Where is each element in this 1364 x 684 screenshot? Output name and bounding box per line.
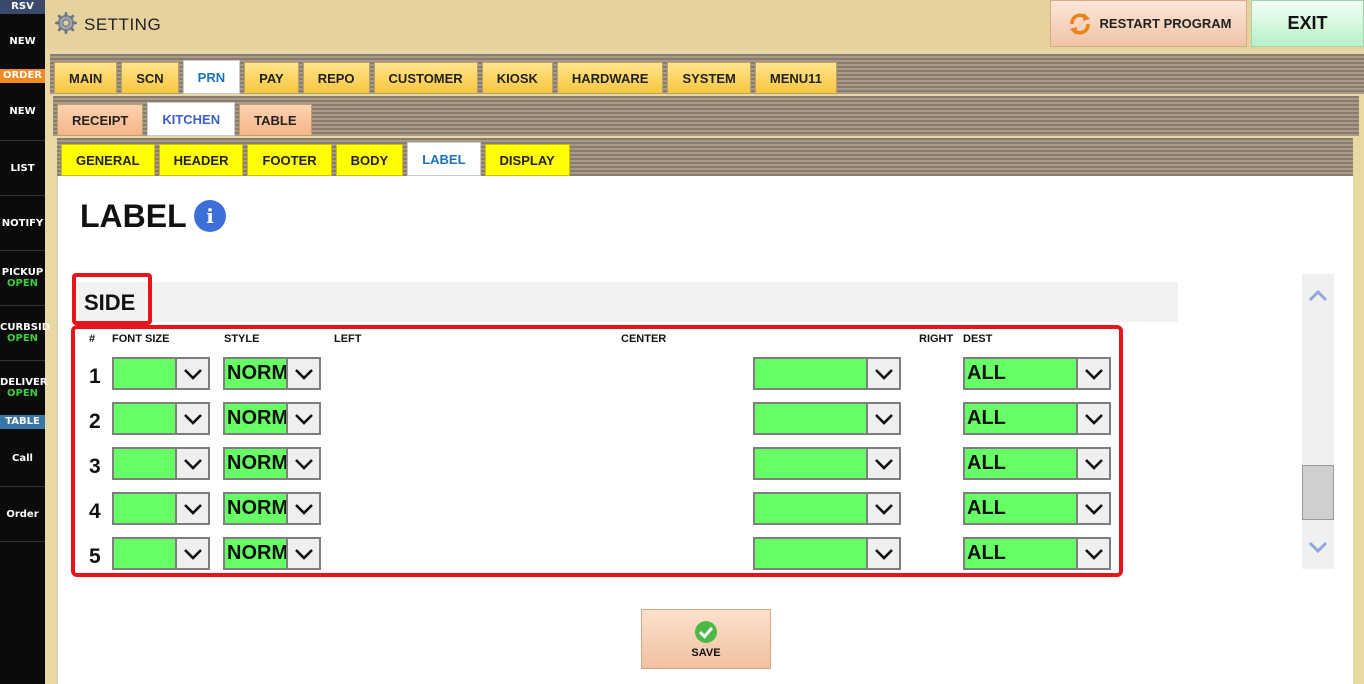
sidebar-header-order: ORDER (0, 69, 45, 83)
sidebar-item-pickup[interactable]: PICKUP OPEN (0, 251, 45, 306)
sidebar-item-label: Call (12, 452, 33, 464)
sidebar-item-label: DELIVER (0, 377, 48, 388)
section-title-highlight (72, 273, 152, 325)
tab-display[interactable]: DISPLAY (484, 144, 570, 176)
tab-general[interactable]: GENERAL (61, 144, 155, 176)
sidebar-item-label: PICKUP (1, 267, 44, 278)
vertical-scrollbar[interactable] (1302, 274, 1334, 569)
sidebar-item-label: Order (6, 508, 39, 520)
gear-icon (55, 12, 77, 34)
tab-prn[interactable]: PRN (182, 60, 241, 94)
restart-program-label: RESTART PROGRAM (1099, 16, 1232, 31)
tab-scn[interactable]: SCN (121, 62, 179, 94)
tab-kitchen[interactable]: KITCHEN (147, 102, 236, 136)
sidebar-item-label: NEW (9, 36, 36, 47)
sidebar-item-rsv-new[interactable]: NEW (0, 14, 45, 70)
chevron-up-icon[interactable] (1308, 286, 1328, 306)
sidebar-item-label: NOTIFY (1, 217, 44, 229)
sidebar-item-curbside[interactable]: CURBSID OPEN (0, 306, 51, 361)
left-sidebar: RSV NEW ORDER NEW LIST NOTIFY PICKUP OPE… (0, 0, 51, 684)
tab-header[interactable]: HEADER (158, 144, 244, 176)
label-settings-panel: LABEL i SIDE # FONT SIZE STYLE LEFT CENT… (57, 176, 1353, 684)
tab-menu11[interactable]: MENU11 (754, 62, 837, 94)
save-button[interactable]: SAVE (641, 609, 771, 669)
label-grid-highlight (71, 325, 1123, 577)
sidebar-item-order[interactable]: Order (0, 487, 45, 542)
prn-tab-row: RECEIPT KITCHEN TABLE (53, 96, 1359, 136)
info-circle-icon[interactable]: i (194, 200, 226, 232)
sidebar-item-delivery[interactable]: DELIVER OPEN (0, 361, 48, 416)
tab-receipt[interactable]: RECEIPT (57, 104, 144, 136)
tab-main[interactable]: MAIN (54, 62, 118, 94)
tab-footer[interactable]: FOOTER (247, 144, 332, 176)
delivery-status: OPEN (6, 388, 39, 399)
scrollbar-thumb[interactable] (1302, 465, 1334, 520)
tab-body[interactable]: BODY (335, 144, 404, 176)
sidebar-item-label: LIST (10, 162, 35, 174)
tab-table[interactable]: TABLE (239, 104, 312, 136)
exit-button[interactable]: EXIT (1251, 0, 1364, 47)
tab-hardware[interactable]: HARDWARE (556, 62, 664, 94)
tab-repo[interactable]: REPO (302, 62, 370, 94)
save-label: SAVE (691, 646, 721, 659)
app-title: SETTING (84, 15, 162, 34)
tab-system[interactable]: SYSTEM (667, 62, 751, 94)
sidebar-item-notify[interactable]: NOTIFY (0, 196, 45, 251)
top-bar: SETTING RESTART PROGRAM EXIT (45, 0, 1364, 50)
sidebar-item-label: CURBSID (0, 322, 51, 333)
tab-customer[interactable]: CUSTOMER (373, 62, 478, 94)
pickup-status: OPEN (6, 278, 39, 289)
refresh-icon (1069, 12, 1090, 35)
sidebar-item-order-new[interactable]: NEW (0, 83, 45, 141)
sidebar-item-call[interactable]: Call (0, 430, 45, 487)
tab-label[interactable]: LABEL (407, 142, 481, 176)
sidebar-header-rsv: RSV (0, 0, 45, 14)
section-header-band (76, 282, 1178, 322)
page-title: LABEL (80, 198, 187, 234)
sidebar-item-label: NEW (9, 106, 36, 117)
main-tab-row: MAIN SCN PRN PAY REPO CUSTOMER KIOSK HAR… (50, 54, 1364, 94)
sidebar-header-table: TABLE (0, 415, 45, 429)
checkmark-icon (695, 620, 717, 643)
tab-kiosk[interactable]: KIOSK (481, 62, 553, 94)
curbside-status: OPEN (6, 333, 39, 344)
tab-pay[interactable]: PAY (244, 62, 299, 94)
sidebar-item-list[interactable]: LIST (0, 141, 45, 196)
restart-program-button[interactable]: RESTART PROGRAM (1050, 0, 1247, 47)
chevron-down-icon[interactable] (1308, 537, 1328, 557)
kitchen-tab-row: GENERAL HEADER FOOTER BODY LABEL DISPLAY (57, 138, 1353, 176)
